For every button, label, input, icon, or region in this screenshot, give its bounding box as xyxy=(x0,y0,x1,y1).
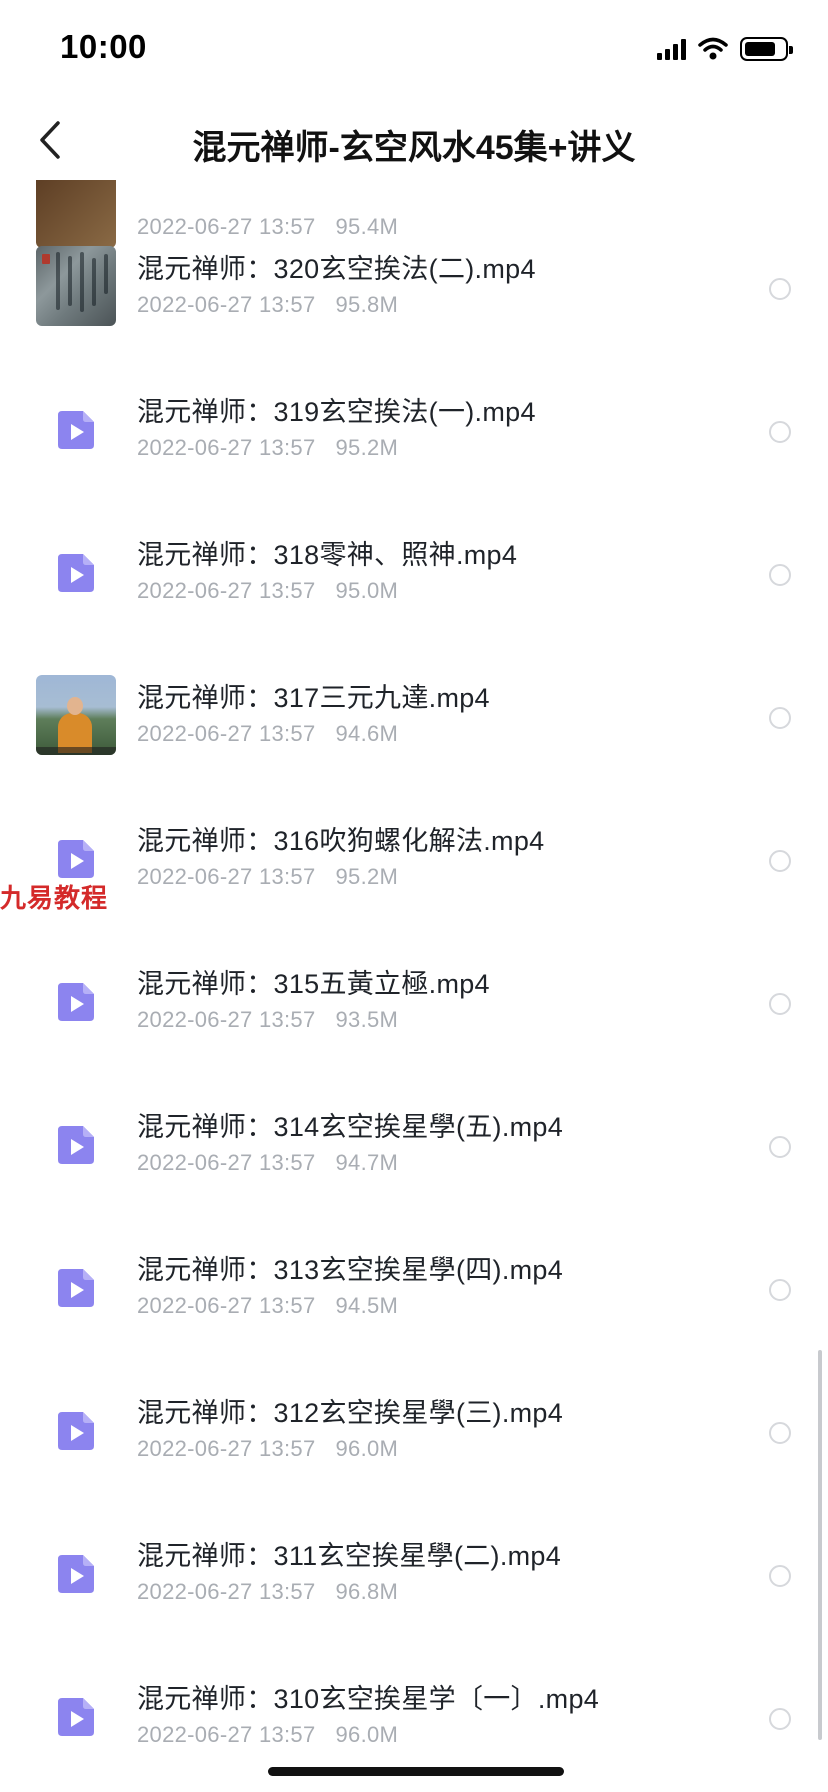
select-radio[interactable] xyxy=(769,1565,791,1587)
file-size: 95.8M xyxy=(335,292,399,317)
file-name: 混元禅师：319玄空挨法(一).mp4 xyxy=(137,397,536,427)
back-button[interactable] xyxy=(20,110,80,170)
scrollbar[interactable] xyxy=(818,1350,822,1740)
file-size: 96.0M xyxy=(335,1722,399,1747)
navigation-bar: 混元禅师-玄空风水45集+讲义 xyxy=(0,100,828,180)
file-name: 混元禅师：311玄空挨星學(二).mp4 xyxy=(137,1541,562,1571)
file-meta: 2022-06-27 13:57 96.0M xyxy=(137,1722,398,1748)
status-bar: 10:00 xyxy=(0,0,828,100)
file-name: 混元禅师：314玄空挨星學(五).mp4 xyxy=(137,1112,564,1142)
file-meta: 2022-06-27 13:57 96.0M xyxy=(137,1436,398,1462)
cellular-signal-icon xyxy=(657,38,686,60)
file-row[interactable]: 混元禅师：311玄空挨星學(二).mp4 2022-06-27 13:57 96.… xyxy=(0,1503,828,1645)
wifi-icon xyxy=(698,37,728,60)
file-name: 混元禅师：318零神、照神.mp4 xyxy=(137,540,518,570)
file-date: 2022-06-27 13:57 xyxy=(137,1436,316,1461)
file-meta: 2022-06-27 13:57 95.8M xyxy=(137,292,398,318)
file-row[interactable]: 混元禅师：317三元九達.mp4 2022-06-27 13:57 94.6M xyxy=(0,645,828,787)
file-size: 95.2M xyxy=(335,435,399,460)
select-radio[interactable] xyxy=(769,421,791,443)
file-date: 2022-06-27 13:57 xyxy=(137,864,316,889)
file-meta: 2022-06-27 13:57 94.6M xyxy=(137,721,398,747)
file-name: 混元禅师：315五黃立極.mp4 xyxy=(137,969,490,999)
file-row[interactable]: 混元禅师：313玄空挨星學(四).mp4 2022-06-27 13:57 94.… xyxy=(0,1217,828,1359)
file-date: 2022-06-27 13:57 xyxy=(137,578,316,603)
select-radio[interactable] xyxy=(769,1279,791,1301)
file-meta: 2022-06-27 13:57 96.8M xyxy=(137,1579,398,1605)
file-date: 2022-06-27 13:57 xyxy=(137,721,316,746)
file-row[interactable]: 混元禅师：316吹狗螺化解法.mp4 2022-06-27 13:57 95.2M xyxy=(0,788,828,930)
file-row[interactable]: 混元禅师：315五黃立極.mp4 2022-06-27 13:57 93.5M xyxy=(0,931,828,1073)
home-indicator[interactable] xyxy=(268,1767,564,1776)
watermark-text: 九易教程 xyxy=(0,883,109,913)
file-meta: 2022-06-27 13:57 94.7M xyxy=(137,1150,398,1176)
file-size: 94.6M xyxy=(335,721,399,746)
status-time: 10:00 xyxy=(60,28,147,65)
file-meta: 2022-06-27 13:57 95.2M xyxy=(137,864,398,890)
chevron-left-icon xyxy=(40,121,60,159)
file-meta: 2022-06-27 13:57 95.0M xyxy=(137,578,398,604)
video-file-icon xyxy=(58,1698,94,1736)
video-file-icon xyxy=(58,840,94,878)
file-name: 混元禅师：310玄空挨星学〔一〕.mp4 xyxy=(137,1684,600,1714)
file-row[interactable]: 混元禅师：314玄空挨星學(五).mp4 2022-06-27 13:57 94.… xyxy=(0,1074,828,1216)
file-date: 2022-06-27 13:57 xyxy=(137,1722,316,1747)
video-file-icon xyxy=(58,983,94,1021)
file-size: 95.0M xyxy=(335,578,399,603)
file-date: 2022-06-27 13:57 xyxy=(137,292,316,317)
video-file-icon xyxy=(58,1269,94,1307)
file-row[interactable]: 混元禅师：312玄空挨星學(三).mp4 2022-06-27 13:57 96.… xyxy=(0,1360,828,1502)
file-meta: 2022-06-27 13:57 95.2M xyxy=(137,435,398,461)
select-radio[interactable] xyxy=(769,1136,791,1158)
file-size: 96.0M xyxy=(335,1436,399,1461)
file-row[interactable]: 混元禅师：320玄空挨法(二).mp4 2022-06-27 13:57 95.8… xyxy=(0,216,828,358)
video-file-icon xyxy=(58,1555,94,1593)
file-date: 2022-06-27 13:57 xyxy=(137,1293,316,1318)
file-date: 2022-06-27 13:57 xyxy=(137,1007,316,1032)
video-file-icon xyxy=(58,1126,94,1164)
page-title: 混元禅师-玄空风水45集+讲义 xyxy=(192,129,636,167)
file-date: 2022-06-27 13:57 xyxy=(137,1579,316,1604)
file-date: 2022-06-27 13:57 xyxy=(137,435,316,460)
select-radio[interactable] xyxy=(769,278,791,300)
video-file-icon xyxy=(58,1412,94,1450)
video-file-icon xyxy=(58,411,94,449)
file-date: 2022-06-27 13:57 xyxy=(137,1150,316,1175)
select-radio[interactable] xyxy=(769,707,791,729)
file-name: 混元禅师：320玄空挨法(二).mp4 xyxy=(137,254,536,284)
file-name: 混元禅师：313玄空挨星學(四).mp4 xyxy=(137,1255,564,1285)
file-meta: 2022-06-27 13:57 94.5M xyxy=(137,1293,398,1319)
file-size: 94.7M xyxy=(335,1150,399,1175)
file-thumbnail xyxy=(36,246,116,326)
select-radio[interactable] xyxy=(769,850,791,872)
file-name: 混元禅师：317三元九達.mp4 xyxy=(137,683,490,713)
file-size: 95.2M xyxy=(335,864,399,889)
file-size: 96.8M xyxy=(335,1579,399,1604)
file-row[interactable]: 混元禅师：319玄空挨法(一).mp4 2022-06-27 13:57 95.2… xyxy=(0,359,828,501)
status-icons xyxy=(657,34,793,64)
file-name: 混元禅师：316吹狗螺化解法.mp4 xyxy=(137,826,545,856)
video-file-icon xyxy=(58,554,94,592)
file-name: 混元禅师：312玄空挨星學(三).mp4 xyxy=(137,1398,564,1428)
file-meta: 2022-06-27 13:57 93.5M xyxy=(137,1007,398,1033)
select-radio[interactable] xyxy=(769,564,791,586)
select-radio[interactable] xyxy=(769,993,791,1015)
file-thumbnail xyxy=(36,675,116,755)
battery-icon xyxy=(740,37,793,61)
file-list[interactable]: 2022-06-27 13:57 95.4M 混元禅师：320玄空挨法(二).mp… xyxy=(0,180,828,1792)
file-size: 93.5M xyxy=(335,1007,399,1032)
select-radio[interactable] xyxy=(769,1708,791,1730)
file-size: 94.5M xyxy=(335,1293,399,1318)
select-radio[interactable] xyxy=(769,1422,791,1444)
file-row[interactable]: 混元禅师：318零神、照神.mp4 2022-06-27 13:57 95.0M xyxy=(0,502,828,644)
